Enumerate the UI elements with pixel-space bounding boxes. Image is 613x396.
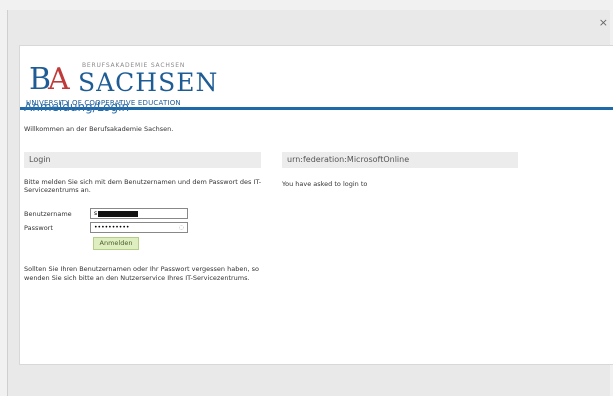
username-value: s bbox=[94, 210, 98, 217]
federation-message: You have asked to login to bbox=[282, 180, 368, 188]
login-page: BA BERUFSAKADEMIE SACHSEN SACHSEN UNIVER… bbox=[19, 45, 613, 365]
welcome-text: Willkommen an der Berufsakademie Sachsen… bbox=[24, 125, 174, 133]
forgot-credentials-text: Sollten Sie Ihren Benutzernamen oder Ihr… bbox=[24, 265, 259, 282]
logo-big-line: SACHSEN bbox=[78, 68, 219, 97]
password-value: •••••••••• bbox=[94, 224, 130, 231]
login-dialog: × BA BERUFSAKADEMIE SACHSEN SACHSEN UNIV… bbox=[7, 10, 613, 396]
close-icon[interactable]: × bbox=[599, 17, 608, 28]
username-field[interactable]: s bbox=[90, 208, 188, 219]
federation-section-heading: urn:federation:MicrosoftOnline bbox=[282, 152, 518, 168]
page-title: Anmeldung/Login bbox=[24, 100, 130, 114]
login-button[interactable]: Anmelden bbox=[93, 237, 139, 250]
username-label: Benutzername bbox=[24, 210, 72, 218]
login-section-heading: Login bbox=[24, 152, 261, 168]
login-instructions: Bitte melden Sie sich mit dem Benutzerna… bbox=[24, 178, 262, 194]
logo-ba-mark: BA bbox=[29, 62, 70, 97]
eye-icon[interactable]: ◌ bbox=[179, 223, 184, 232]
redaction-mask bbox=[98, 210, 139, 217]
password-field[interactable]: •••••••••• ◌ bbox=[90, 222, 188, 233]
password-label: Passwort bbox=[24, 224, 53, 232]
